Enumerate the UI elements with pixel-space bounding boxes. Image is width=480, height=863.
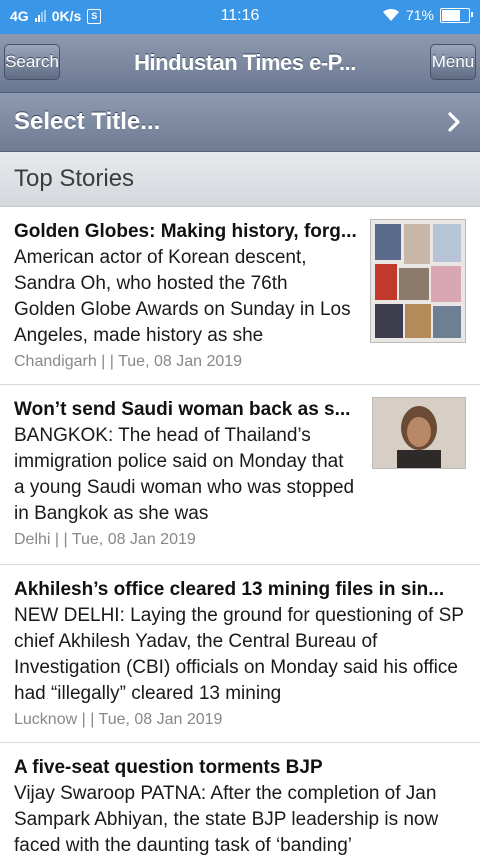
- status-bar: 4G 0K/s S 11:16 71%: [0, 0, 480, 34]
- story-summary: American actor of Korean descent, Sandra…: [14, 247, 351, 346]
- app-header: Search Hindustan Times e-P... Menu: [0, 34, 480, 93]
- story-item[interactable]: Golden Globes: Making history, forg... A…: [0, 207, 480, 385]
- menu-button[interactable]: Menu: [430, 44, 476, 80]
- chevron-right-icon: [448, 112, 460, 132]
- search-button[interactable]: Search: [4, 44, 60, 80]
- select-title-row[interactable]: Select Title...: [0, 93, 480, 152]
- wifi-icon: [382, 8, 399, 21]
- story-title[interactable]: Won’t send Saudi woman back as s...: [14, 397, 366, 423]
- story-meta: Delhi | | Tue, 08 Jan 2019: [14, 531, 196, 548]
- status-right: 71%: [382, 7, 473, 23]
- story-meta: Lucknow | | Tue, 08 Jan 2019: [14, 711, 223, 728]
- story-item[interactable]: Akhilesh’s office cleared 13 mining file…: [0, 565, 480, 743]
- story-summary: NEW DELHI: Laying the ground for questio…: [14, 605, 464, 704]
- story-thumbnail[interactable]: [372, 397, 466, 469]
- story-item[interactable]: A five-seat question torments BJP Vijay …: [0, 743, 480, 863]
- photo-collage-icon: [371, 220, 465, 342]
- portrait-photo-icon: [373, 398, 465, 468]
- battery-percent: 71%: [405, 7, 434, 23]
- story-meta: Chandigarh | | Tue, 08 Jan 2019: [14, 353, 243, 370]
- app-title: Hindustan Times e-P...: [134, 50, 356, 75]
- story-thumbnail[interactable]: [370, 219, 466, 343]
- select-title-label: Select Title...: [14, 108, 161, 135]
- story-summary: Vijay Swaroop PATNA: After the completio…: [14, 783, 439, 856]
- story-title[interactable]: Akhilesh’s office cleared 13 mining file…: [14, 577, 466, 603]
- story-title[interactable]: Golden Globes: Making history, forg...: [14, 219, 366, 245]
- story-title[interactable]: A five-seat question torments BJP: [14, 755, 466, 781]
- story-item[interactable]: Won’t send Saudi woman back as s... BANG…: [0, 385, 480, 565]
- section-header: Top Stories: [0, 152, 480, 207]
- battery-icon: [440, 7, 473, 23]
- section-title: Top Stories: [14, 165, 135, 192]
- story-list: Golden Globes: Making history, forg... A…: [0, 207, 480, 863]
- story-summary: BANGKOK: The head of Thailand’s immigrat…: [14, 425, 355, 524]
